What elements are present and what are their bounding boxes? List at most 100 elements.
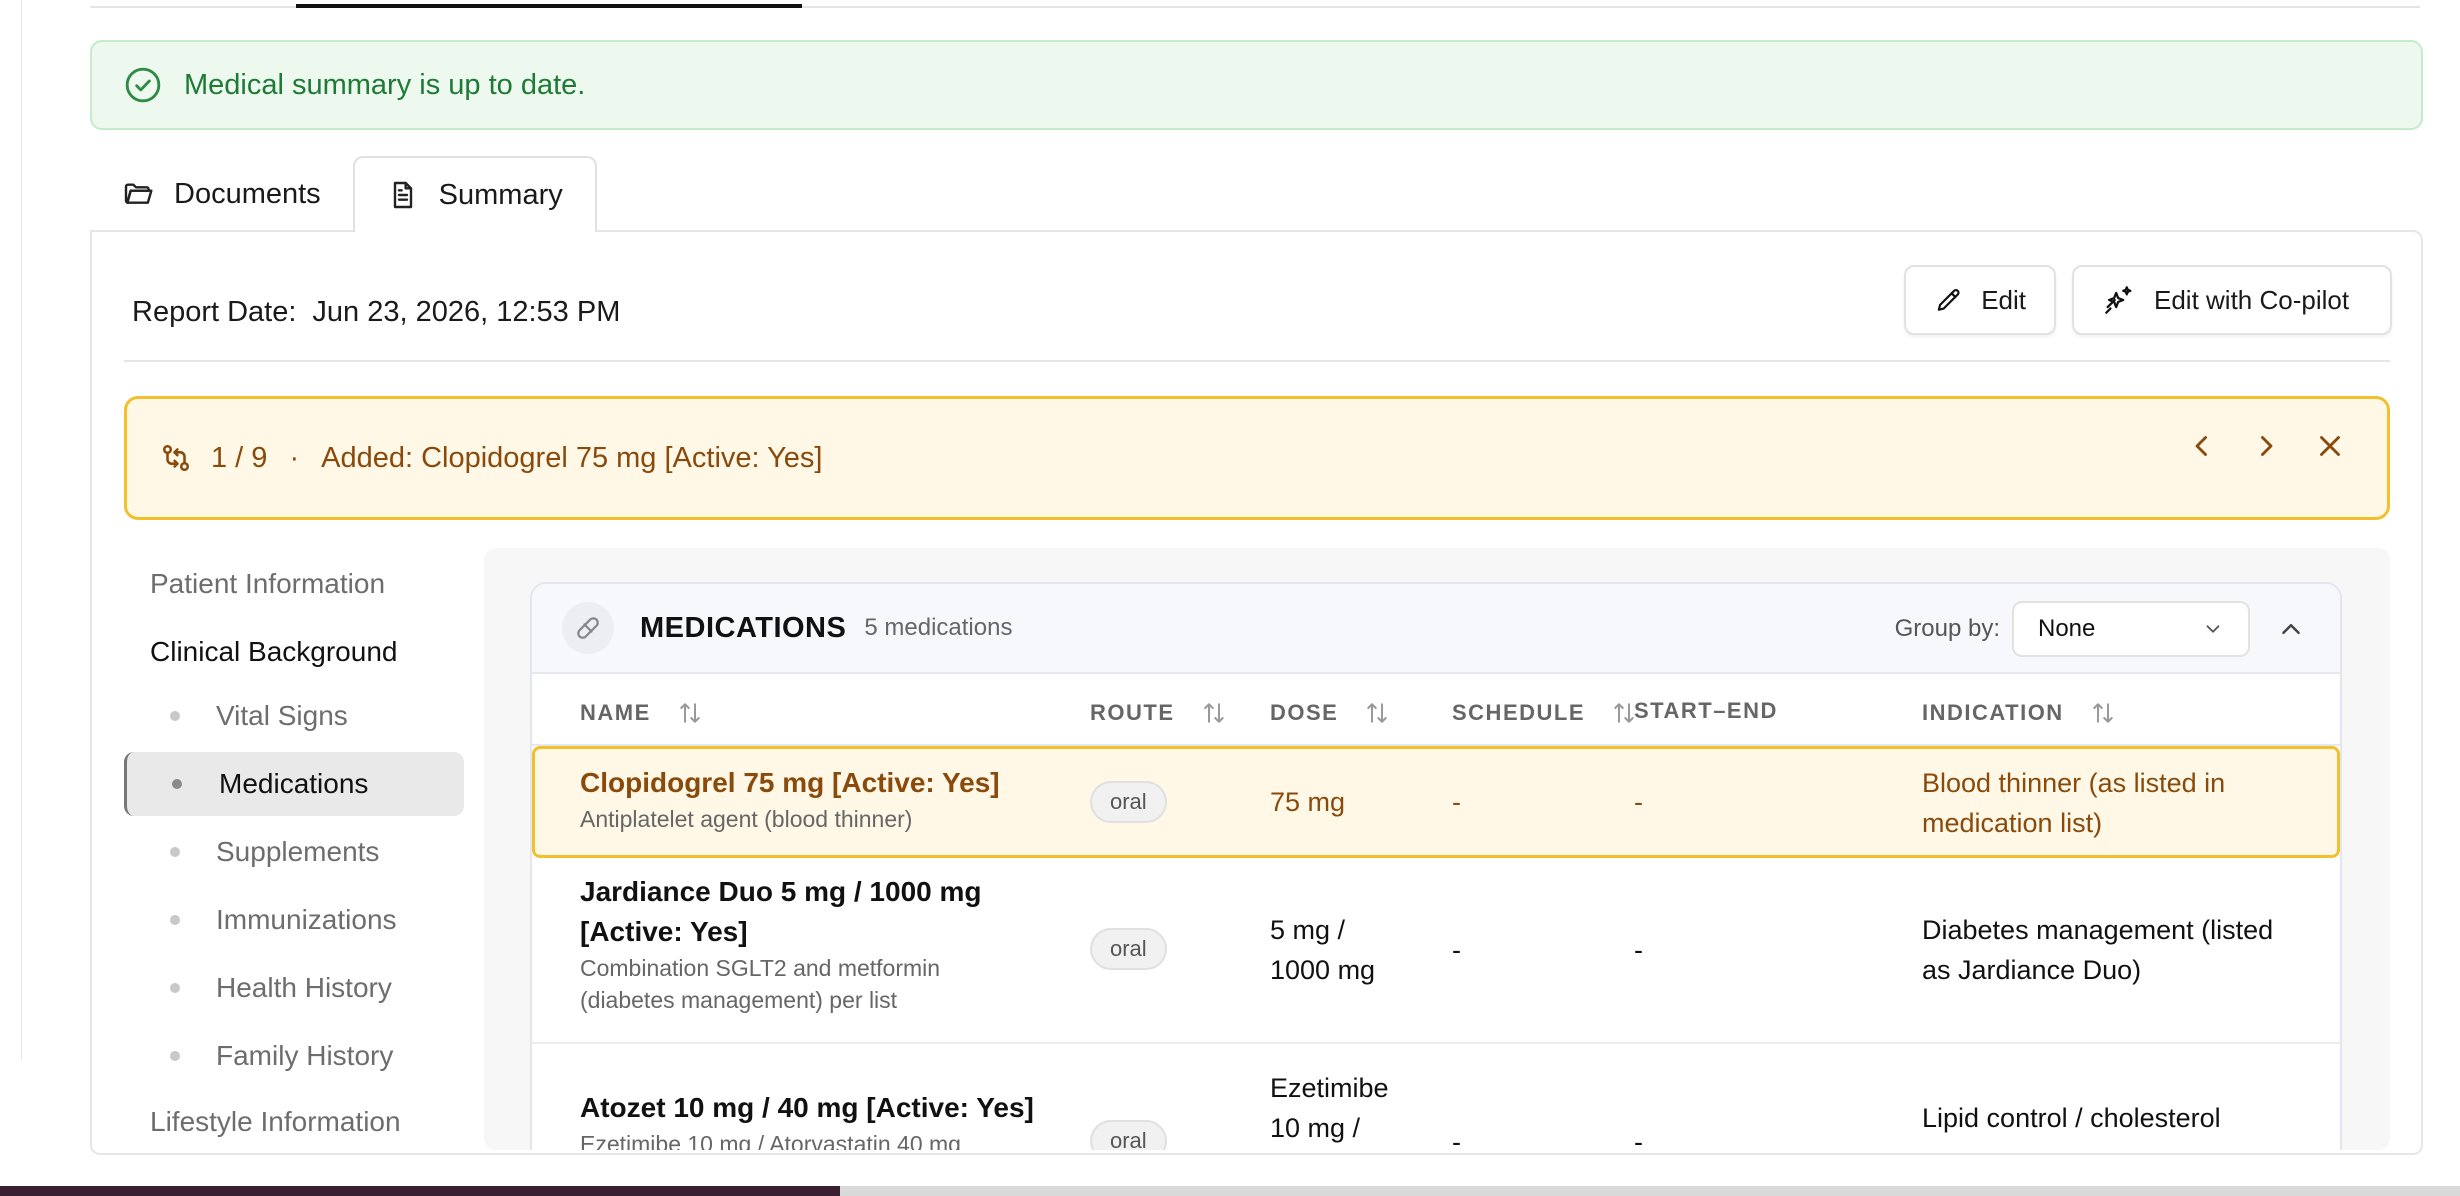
column-header-route[interactable]: ROUTE (1090, 698, 1229, 728)
sidebar-item-vital-signs[interactable]: Vital Signs (124, 684, 464, 748)
route-badge: oral (1090, 928, 1167, 970)
close-review-button[interactable] (2313, 429, 2347, 463)
medications-title: MEDICATIONS (640, 611, 847, 644)
change-separator: · (289, 441, 300, 474)
medication-schedule: - (1452, 787, 1461, 817)
table-header: NAME ROUTE DOSE SCHEDULE START–END INDIC… (532, 674, 2340, 746)
tab-summary[interactable]: Summary (352, 156, 597, 232)
medication-name-text: Atozet 10 mg / 40 mg [Active: Yes] (580, 1092, 1034, 1123)
tab-documents-label: Documents (174, 177, 321, 210)
previous-change-button[interactable] (2185, 429, 2219, 463)
summary-panel: Report Date: Jun 23, 2026, 12:53 PM Edit… (90, 230, 2423, 1155)
group-by-control: Group by: None (1895, 601, 2250, 657)
left-rail (0, 0, 22, 1060)
next-change-button[interactable] (2249, 429, 2283, 463)
medications-count: 5 medications (864, 614, 1013, 641)
change-message: Added: Clopidogrel 75 mg [Active: Yes] (321, 441, 823, 474)
sparkles-icon (2105, 286, 2132, 314)
chevron-down-icon (2206, 625, 2220, 633)
medication-description: Ezetimibe 10 mg / Atorvastatin 40 mg (580, 1131, 961, 1150)
status-banner-text: Medical summary is up to date. (184, 68, 586, 101)
change-position: 1 / 9 (211, 441, 268, 474)
medication-indication: Blood thinner (as listed in medication l… (1922, 768, 2226, 838)
medication-start-end: - (1634, 787, 1643, 817)
bullet-icon (170, 847, 180, 857)
medication-description: Combination SGLT2 and metformin (diabete… (580, 955, 941, 1013)
collapse-section-button[interactable] (2276, 614, 2306, 644)
tab-summary-label: Summary (438, 178, 563, 211)
bullet-icon (170, 915, 180, 925)
table-row[interactable]: Clopidogrel 75 mg [Active: Yes] Antiplat… (532, 746, 2340, 858)
pill-icon (562, 602, 614, 654)
bullet-icon (170, 711, 180, 721)
sidebar-item-clinical-background[interactable]: Clinical Background (150, 636, 397, 668)
sidebar-item-patient-information[interactable]: Patient Information (150, 568, 385, 600)
medication-schedule: - (1452, 1127, 1461, 1150)
column-header-label: SCHEDULE (1452, 700, 1586, 725)
group-by-label: Group by: (1894, 615, 2000, 642)
sidebar-item-family-history[interactable]: Family History (124, 1024, 464, 1088)
table-row[interactable]: Jardiance Duo 5 mg / 1000 mg [Active: Ye… (532, 858, 2340, 1044)
section-content: MEDICATIONS 5 medications Group by: None… (484, 548, 2390, 1150)
bullet-icon (172, 779, 182, 789)
column-header-label: ROUTE (1090, 700, 1175, 725)
close-icon (2320, 436, 2340, 456)
medication-start-end: - (1634, 1127, 1643, 1150)
edit-button-label: Edit (1981, 284, 2026, 315)
medication-schedule: - (1452, 935, 1461, 965)
table-row[interactable]: Atozet 10 mg / 40 mg [Active: Yes] Ezeti… (532, 1044, 2340, 1150)
medication-start-end: - (1634, 935, 1643, 965)
sidebar-item-lifestyle-information[interactable]: Lifestyle Information (150, 1106, 401, 1138)
medication-name-text: Jardiance Duo 5 mg / 1000 mg [Active: Ye… (580, 876, 982, 947)
medications-card-header: MEDICATIONS 5 medications Group by: None (532, 584, 2340, 674)
check-circle-icon (125, 67, 161, 103)
pencil-icon (1937, 289, 1960, 311)
medication-dose: 5 mg / 1000 mg (1270, 915, 1376, 985)
edit-with-copilot-label: Edit with Co-pilot (2154, 284, 2350, 315)
sort-icon[interactable] (1199, 698, 1229, 728)
sort-icon[interactable] (2088, 698, 2118, 728)
sidebar-item-medications[interactable]: Medications (124, 752, 464, 816)
edit-button[interactable]: Edit (1904, 265, 2056, 335)
change-navigation (2185, 429, 2347, 463)
chevron-right-icon (2261, 436, 2273, 456)
active-top-tab-indicator (296, 4, 802, 8)
sidebar-item-label: Immunizations (216, 904, 397, 935)
sidebar-item-label: Supplements (216, 836, 380, 867)
sidebar-item-label: Medications (219, 768, 369, 799)
sidebar-item-label: Health History (216, 972, 392, 1003)
sidebar-item-immunizations[interactable]: Immunizations (124, 888, 464, 952)
medication-name: Jardiance Duo 5 mg / 1000 mg [Active: Ye… (580, 872, 1020, 1016)
folder-icon (124, 183, 153, 204)
sidebar-item-health-history[interactable]: Health History (124, 956, 464, 1020)
document-icon (393, 181, 412, 209)
edit-with-copilot-button[interactable]: Edit with Co-pilot (2072, 265, 2392, 335)
sort-icon[interactable] (1362, 698, 1392, 728)
route-badge: oral (1090, 1120, 1167, 1150)
report-date-label: Report Date: (132, 295, 297, 328)
bullet-icon (170, 983, 180, 993)
chevron-left-icon (2195, 436, 2207, 456)
medication-dose: Ezetimibe 10 mg / (1270, 1073, 1389, 1143)
column-header-indication[interactable]: INDICATION (1922, 698, 2118, 728)
sidebar-item-supplements[interactable]: Supplements (124, 820, 464, 884)
bullet-icon (170, 1051, 180, 1061)
column-header-schedule[interactable]: SCHEDULE (1452, 698, 1639, 728)
status-banner: Medical summary is up to date. (90, 40, 2423, 130)
medication-indication: Diabetes management (listed as Jardiance… (1922, 915, 2274, 985)
column-header-start-end[interactable]: START–END (1634, 698, 1778, 724)
report-date-value: Jun 23, 2026, 12:53 PM (312, 295, 621, 328)
sidebar-item-label: Family History (216, 1040, 394, 1071)
tab-documents[interactable]: Documents (90, 156, 353, 232)
column-header-label: NAME (580, 700, 651, 725)
medication-name: Atozet 10 mg / 40 mg [Active: Yes] Ezeti… (580, 1088, 1060, 1150)
sort-icon[interactable] (675, 698, 705, 728)
column-header-name[interactable]: NAME (580, 698, 705, 728)
column-header-label: START–END (1634, 698, 1778, 723)
column-header-label: INDICATION (1922, 700, 2064, 725)
route-badge: oral (1090, 781, 1167, 823)
group-by-select[interactable]: None (2012, 601, 2250, 657)
medication-dose: 75 mg (1270, 787, 1346, 817)
column-header-dose[interactable]: DOSE (1270, 698, 1392, 728)
sidebar-item-label: Vital Signs (216, 700, 348, 731)
